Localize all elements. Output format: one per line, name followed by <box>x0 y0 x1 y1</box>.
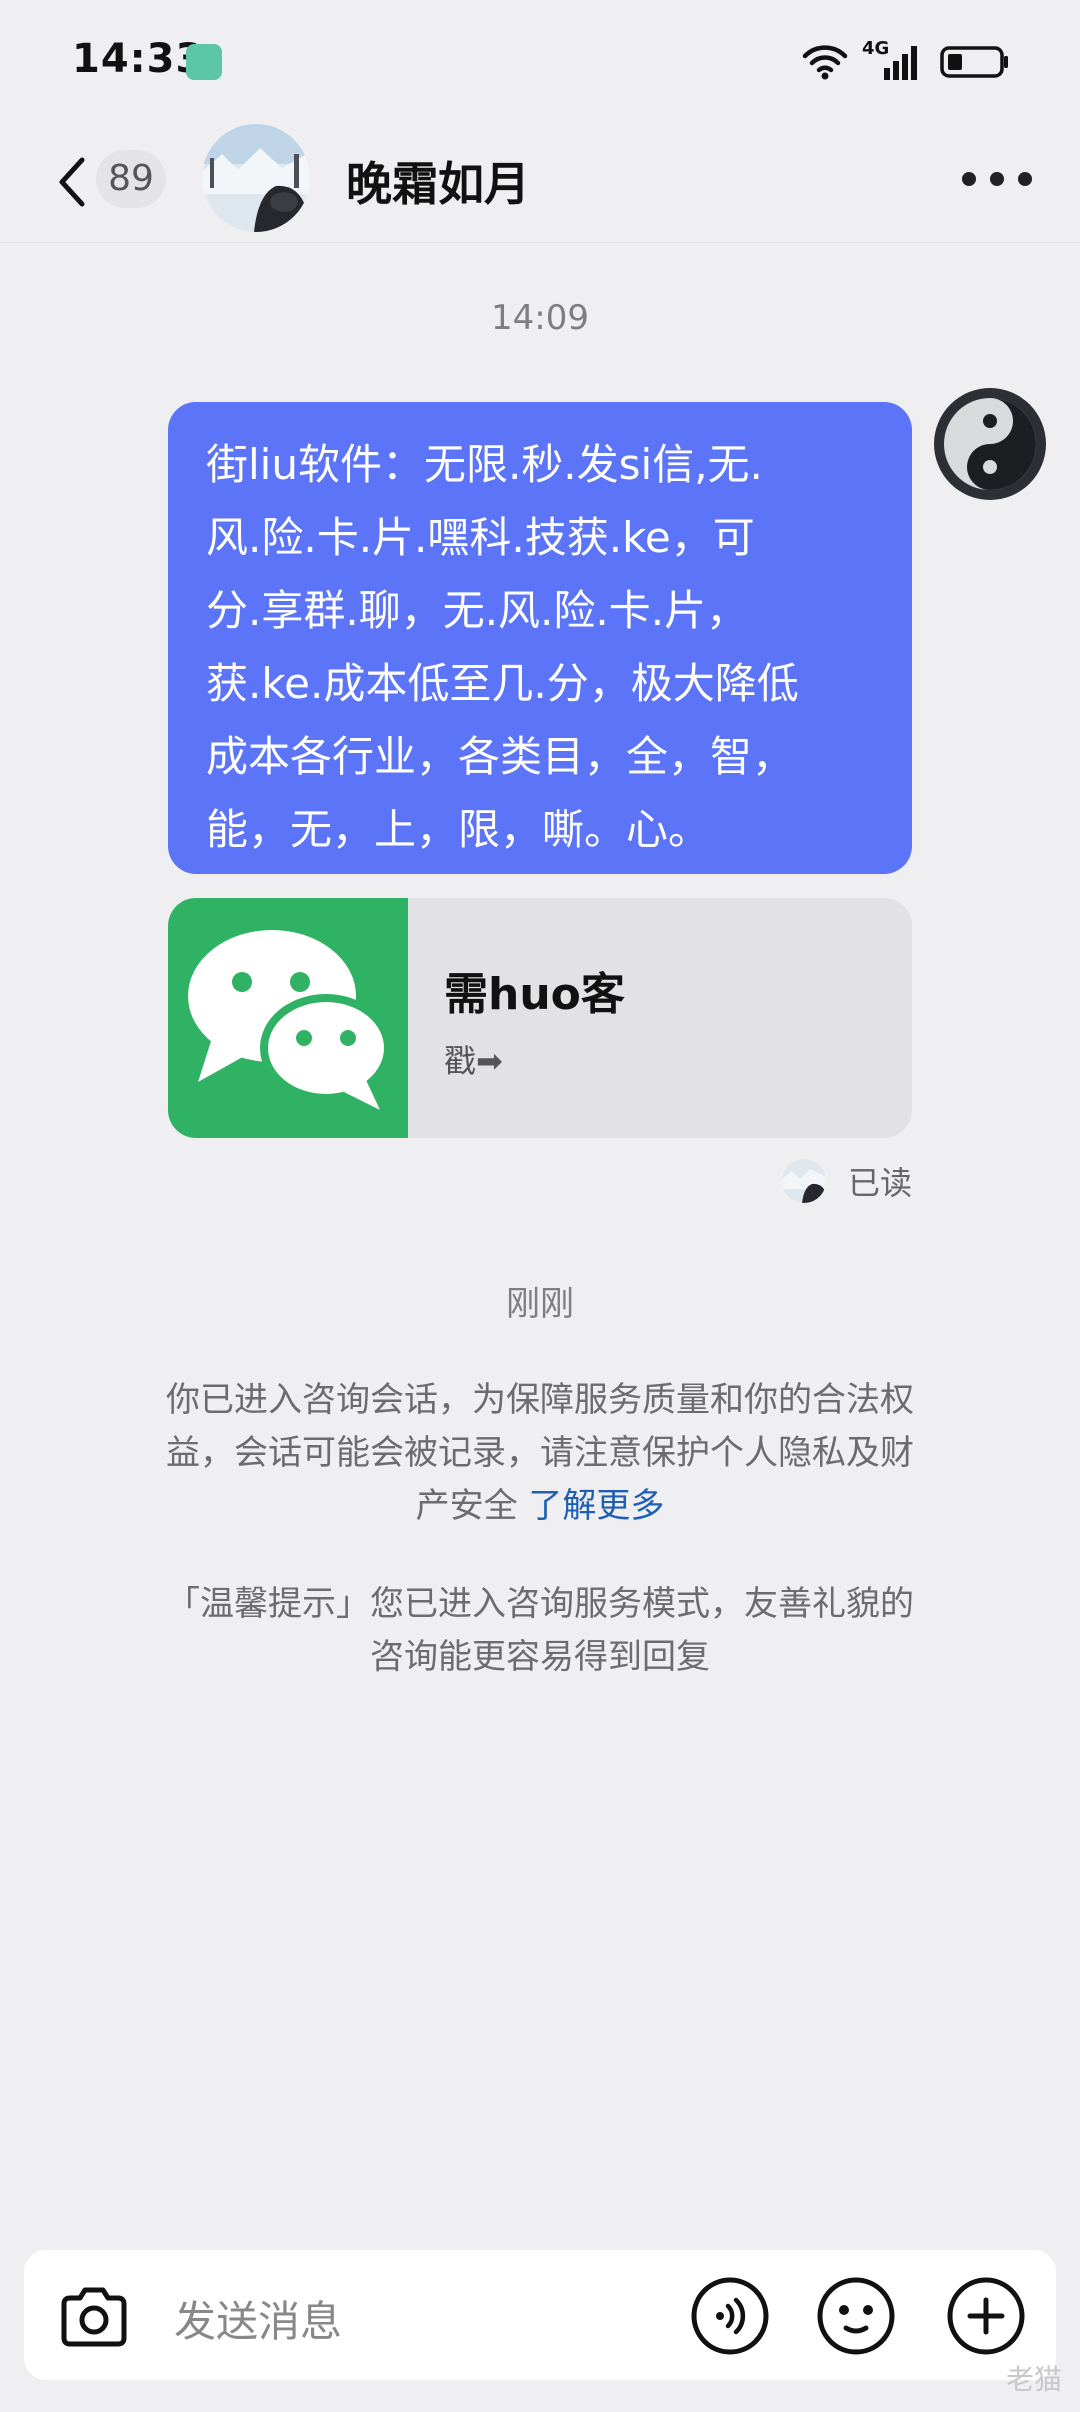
learn-more-link[interactable]: 了解更多 <box>528 1486 664 1526</box>
notice-line: 你已进入咨询会话，为保障服务质量和你的合法权 <box>166 1380 914 1420</box>
more-dot <box>1018 172 1032 186</box>
notice-line: 产安全 <box>415 1486 518 1526</box>
message-line: 分.享群.聊，无.风.险.卡.片， <box>206 586 749 635</box>
reminder-notice: 「温馨提示」您已进入咨询服务模式，友善礼貌的 咨询能更容易得到回复 <box>130 1578 950 1684</box>
back-arrow-icon[interactable] <box>52 154 92 210</box>
message-timestamp: 刚刚 <box>506 1284 574 1324</box>
status-bar: 14:33 4G <box>0 0 1080 120</box>
message-line: 风.险.卡.片.嘿科.技获.ke，可 <box>206 513 755 562</box>
my-avatar[interactable] <box>934 388 1046 500</box>
camera-icon[interactable] <box>54 2276 134 2356</box>
status-indicators: 4G <box>802 38 1010 84</box>
plus-icon[interactable] <box>946 2276 1026 2356</box>
message-timestamp: 14:09 <box>491 298 589 338</box>
app-notification-icon <box>186 44 222 80</box>
more-options-icon[interactable] <box>962 164 1032 194</box>
wifi-icon <box>802 45 848 80</box>
reader-avatar <box>781 1159 826 1203</box>
status-time: 14:33 <box>72 36 205 82</box>
more-dot <box>990 172 1004 186</box>
link-card[interactable]: 需huo客 戳➡ <box>168 898 912 1138</box>
cellular-signal-icon: 4G <box>862 38 926 82</box>
wechat-logo-icon <box>168 898 408 1138</box>
consult-notice: 你已进入咨询会话，为保障服务质量和你的合法权 益，会话可能会被记录，请注意保护个… <box>130 1374 950 1533</box>
more-dot <box>962 172 976 186</box>
message-input-bar: 发送消息 <box>24 2250 1056 2380</box>
emoji-icon[interactable] <box>816 2276 896 2356</box>
message-line: 成本各行业，各类目，全，智， <box>206 732 795 781</box>
read-receipt: 已读 <box>781 1156 912 1206</box>
contact-name[interactable]: 晚霜如月 <box>346 148 530 214</box>
message-line: 街liu软件：无限.秒.发si信,无. <box>206 440 763 489</box>
card-title: 需huo客 <box>444 969 625 1020</box>
unread-count-badge[interactable]: 89 <box>96 150 166 208</box>
notice-line: 「温馨提示」您已进入咨询服务模式，友善礼貌的 <box>166 1584 914 1624</box>
notice-line: 咨询能更容易得到回复 <box>370 1637 710 1677</box>
contact-avatar[interactable] <box>202 124 310 232</box>
chat-header: 89 晚霜如月 <box>0 120 1080 243</box>
outgoing-message-bubble[interactable]: 街liu软件：无限.秒.发si信,无. 风.险.卡.片.嘿科.技获.ke，可 分… <box>168 402 912 874</box>
notice-line: 益，会话可能会被记录，请注意保护个人隐私及财 <box>166 1433 914 1473</box>
message-input[interactable]: 发送消息 <box>174 2288 342 2349</box>
card-subtitle: 戳➡ <box>444 1042 503 1080</box>
watermark: 老猫 <box>1005 2363 1062 2396</box>
read-status: 已读 <box>847 1164 912 1202</box>
battery-icon <box>940 46 1008 78</box>
voice-icon[interactable] <box>690 2276 770 2356</box>
message-line: 获.ke.成本低至几.分，极大降低 <box>206 659 799 708</box>
message-line: 能，无，上，限，嘶。心。 <box>206 805 711 854</box>
